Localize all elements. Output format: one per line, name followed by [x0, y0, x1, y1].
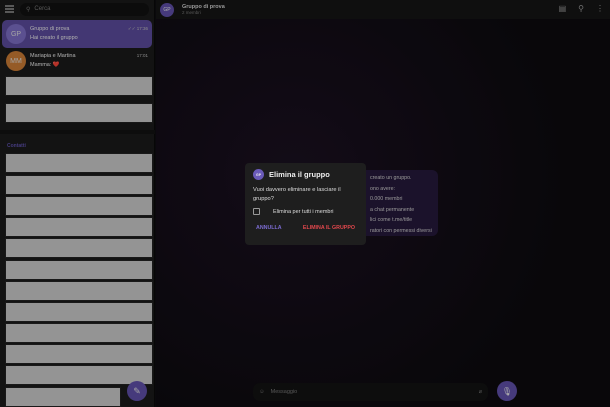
checkbox-label: Elimina per tutti i membri	[273, 208, 334, 215]
checkbox[interactable]	[253, 208, 260, 215]
delete-group-dialog: GP Elimina il gruppo Vuoi davvero elimina…	[245, 163, 366, 245]
dialog-message: Vuoi davvero eliminare e lasciare il gru…	[253, 187, 341, 202]
cancel-button[interactable]: ANNULLA	[256, 225, 282, 231]
dialog-title: Elimina il gruppo	[269, 170, 330, 179]
delete-for-all-checkbox[interactable]: Elimina per tutti i membri	[253, 208, 358, 215]
group-avatar: GP	[253, 169, 264, 180]
delete-group-button[interactable]: ELIMINA IL GRUPPO	[303, 225, 355, 231]
